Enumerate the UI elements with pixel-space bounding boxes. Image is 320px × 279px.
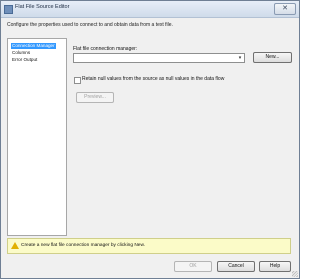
info-bar: Create a new flat file connection manage… <box>7 238 291 254</box>
connection-manager-page: Flat file connection manager: ▾ New... R… <box>73 38 292 234</box>
editor-body: Connection Manager Columns Error Output … <box>7 38 292 236</box>
resize-grip-icon[interactable] <box>292 271 298 277</box>
window-title: Flat File Source Editor <box>15 4 70 10</box>
connection-manager-dropdown[interactable]: ▾ <box>73 53 245 63</box>
retain-nulls-checkbox[interactable] <box>74 77 81 84</box>
info-message: Create a new flat file connection manage… <box>21 243 145 248</box>
warning-icon <box>11 242 19 249</box>
retain-nulls-label[interactable]: Retain null values from the source as nu… <box>82 76 224 82</box>
nav-item-columns[interactable]: Columns <box>11 50 31 56</box>
new-connection-button[interactable]: New... <box>253 52 292 63</box>
help-button[interactable]: Help <box>259 261 291 272</box>
ok-button[interactable]: OK <box>174 261 212 272</box>
nav-item-error-output[interactable]: Error Output <box>11 57 38 63</box>
title-bar[interactable]: Flat File Source Editor ✕ <box>1 1 299 18</box>
close-icon: ✕ <box>282 5 288 12</box>
preview-button[interactable]: Preview... <box>76 92 114 103</box>
cancel-button[interactable]: Cancel <box>217 261 255 272</box>
page-list: Connection Manager Columns Error Output <box>7 38 67 236</box>
app-icon <box>4 5 13 14</box>
chevron-down-icon[interactable]: ▾ <box>236 54 244 62</box>
flat-file-source-editor-window: Flat File Source Editor ✕ Configure the … <box>0 0 300 279</box>
description-text: Configure the properties used to connect… <box>7 22 173 28</box>
close-button[interactable]: ✕ <box>274 3 296 15</box>
nav-item-connection-manager[interactable]: Connection Manager <box>11 43 56 49</box>
connection-manager-label: Flat file connection manager: <box>73 46 138 52</box>
